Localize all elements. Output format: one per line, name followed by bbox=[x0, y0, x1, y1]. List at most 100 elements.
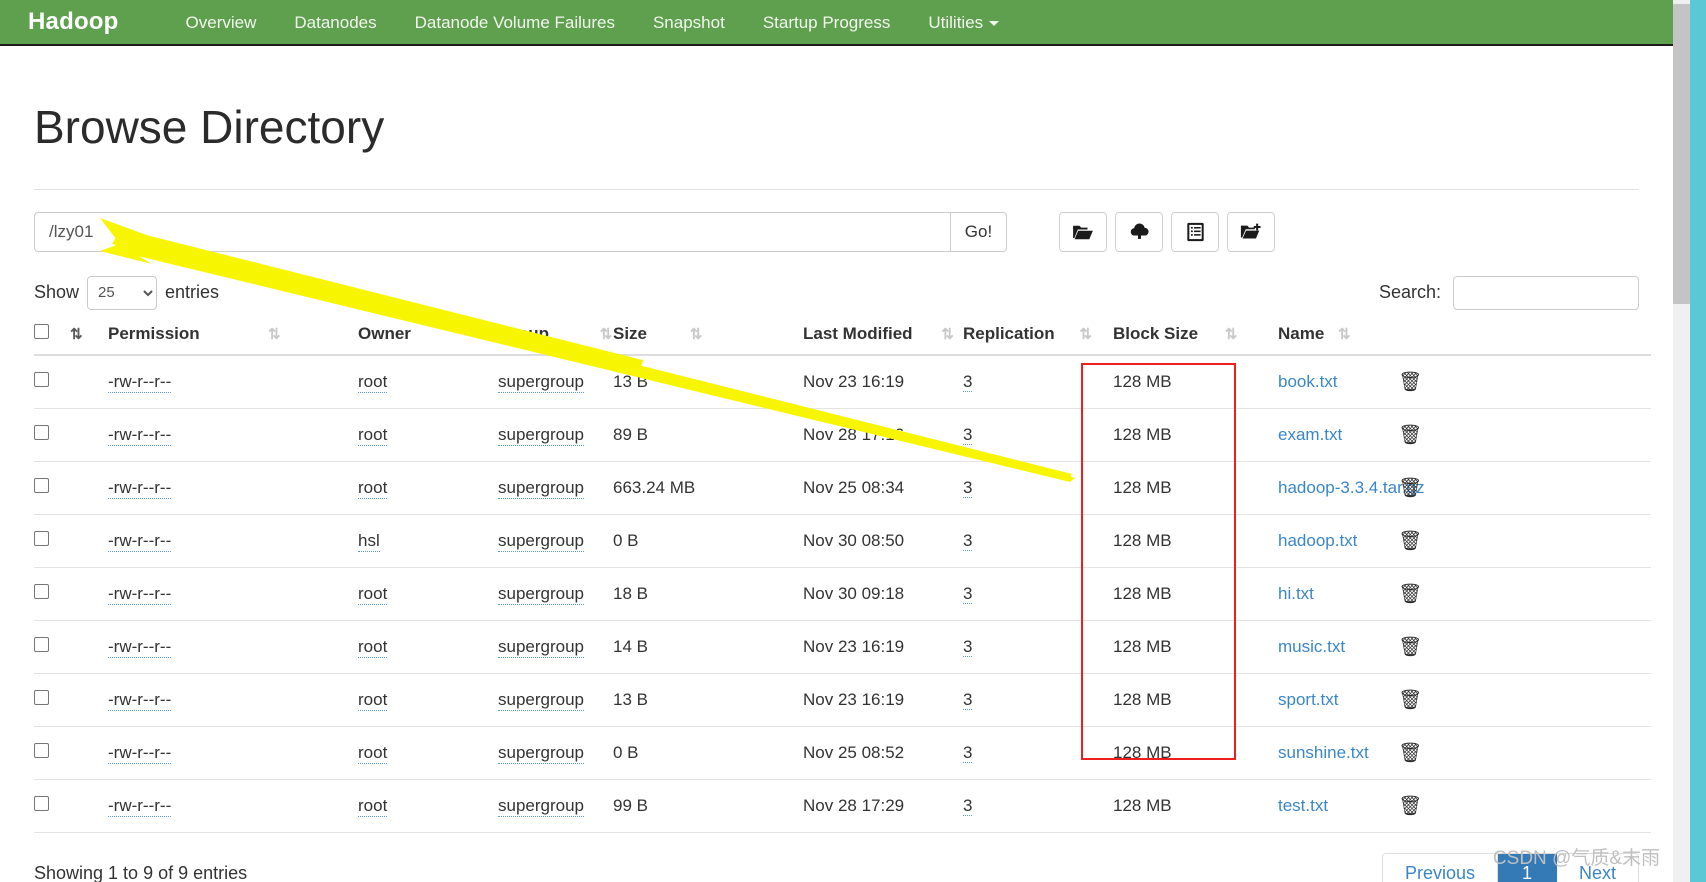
owner-value[interactable]: root bbox=[358, 795, 388, 817]
delete-icon[interactable]: 🗑 bbox=[1398, 370, 1422, 394]
sort-permission-header-icon[interactable]: ⇅ bbox=[70, 323, 108, 356]
owner-value[interactable]: root bbox=[358, 689, 388, 711]
sort-arrows-icon[interactable]: ⇅ bbox=[1079, 325, 1092, 343]
row-checkbox[interactable] bbox=[34, 477, 49, 493]
nav-item-startup-progress[interactable]: Startup Progress bbox=[744, 14, 910, 31]
page-length-select[interactable]: 25 50 100 bbox=[87, 275, 158, 310]
permission-value[interactable]: -rw-r--r-- bbox=[108, 636, 172, 658]
group-value[interactable]: supergroup bbox=[498, 689, 585, 711]
delete-icon[interactable]: 🗑 bbox=[1398, 741, 1422, 765]
delete-icon[interactable]: 🗑 bbox=[1398, 794, 1422, 818]
previous-page-button[interactable]: Previous bbox=[1382, 853, 1498, 882]
row-checkbox[interactable] bbox=[34, 530, 49, 546]
permission-value[interactable]: -rw-r--r-- bbox=[108, 424, 172, 446]
row-checkbox[interactable] bbox=[34, 742, 49, 758]
go-button[interactable]: Go! bbox=[950, 211, 1007, 252]
file-name-link[interactable]: music.txt bbox=[1278, 637, 1345, 656]
table-row[interactable]: -rw-r--r-- root supergroup 0 B Nov 25 08… bbox=[34, 726, 1651, 780]
permission-value[interactable]: -rw-r--r-- bbox=[108, 795, 172, 817]
group-value[interactable]: supergroup bbox=[498, 583, 585, 605]
row-checkbox[interactable] bbox=[34, 636, 49, 652]
table-row[interactable]: -rw-r--r-- root supergroup 18 B Nov 30 0… bbox=[34, 567, 1651, 621]
nav-item-overview[interactable]: Overview bbox=[167, 14, 276, 31]
row-checkbox[interactable] bbox=[34, 583, 49, 599]
cut-paste-button[interactable] bbox=[1171, 211, 1219, 252]
delete-icon[interactable]: 🗑 bbox=[1398, 635, 1422, 659]
owner-value[interactable]: root bbox=[358, 424, 388, 446]
row-checkbox[interactable] bbox=[34, 689, 49, 705]
nav-item-utilities[interactable]: Utilities bbox=[909, 14, 1018, 31]
nav-item-datanodes[interactable]: Datanodes bbox=[275, 14, 395, 31]
replication-value[interactable]: 3 bbox=[963, 371, 973, 392]
permission-value[interactable]: -rw-r--r-- bbox=[108, 530, 172, 552]
sort-arrows-icon[interactable]: ⇅ bbox=[600, 325, 613, 343]
owner-value[interactable]: root bbox=[358, 371, 388, 393]
sort-arrows-icon[interactable]: ⇅ bbox=[268, 325, 281, 343]
column-header-permission[interactable]: Permission bbox=[108, 323, 268, 356]
hadoop-brand-link[interactable]: Hadoop bbox=[28, 10, 119, 34]
group-value[interactable]: supergroup bbox=[498, 795, 585, 817]
delete-icon[interactable]: 🗑 bbox=[1398, 688, 1422, 712]
sort-arrows-icon[interactable]: ⇅ bbox=[1225, 325, 1238, 343]
sort-arrows-icon[interactable]: ⇅ bbox=[941, 325, 954, 343]
group-value[interactable]: supergroup bbox=[498, 424, 585, 446]
owner-value[interactable]: root bbox=[358, 742, 388, 764]
table-row[interactable]: -rw-r--r-- root supergroup 89 B Nov 28 1… bbox=[34, 408, 1651, 462]
directory-path-input[interactable] bbox=[34, 211, 950, 252]
table-row[interactable]: -rw-r--r-- hsl supergroup 0 B Nov 30 08:… bbox=[34, 514, 1651, 568]
browse-folder-button[interactable] bbox=[1059, 211, 1107, 252]
permission-value[interactable]: -rw-r--r-- bbox=[108, 583, 172, 605]
permission-value[interactable]: -rw-r--r-- bbox=[108, 477, 172, 499]
owner-value[interactable]: root bbox=[358, 636, 388, 658]
owner-value[interactable]: root bbox=[358, 477, 388, 499]
column-header-size[interactable]: Size bbox=[613, 324, 647, 343]
replication-value[interactable]: 3 bbox=[963, 477, 973, 498]
file-name-link[interactable]: test.txt bbox=[1278, 796, 1328, 815]
column-header-block-size[interactable]: Block Size bbox=[1113, 324, 1198, 343]
delete-icon[interactable]: 🗑 bbox=[1398, 423, 1422, 447]
delete-icon[interactable]: 🗑 bbox=[1398, 476, 1422, 500]
file-name-link[interactable]: hi.txt bbox=[1278, 584, 1314, 603]
sort-arrows-icon[interactable]: ⇅ bbox=[1338, 325, 1351, 343]
replication-value[interactable]: 3 bbox=[963, 530, 973, 551]
vertical-scrollbar-thumb[interactable] bbox=[1673, 4, 1690, 304]
sort-arrows-icon[interactable]: ⇅ bbox=[70, 325, 83, 343]
file-name-link[interactable]: sport.txt bbox=[1278, 690, 1338, 709]
permission-value[interactable]: -rw-r--r-- bbox=[108, 689, 172, 711]
table-row[interactable]: -rw-r--r-- root supergroup 14 B Nov 23 1… bbox=[34, 620, 1651, 674]
group-value[interactable]: supergroup bbox=[498, 636, 585, 658]
sort-arrows-icon[interactable]: ⇅ bbox=[690, 325, 703, 343]
permission-value[interactable]: -rw-r--r-- bbox=[108, 742, 172, 764]
group-value[interactable]: supergroup bbox=[498, 742, 585, 764]
replication-value[interactable]: 3 bbox=[963, 795, 973, 816]
replication-value[interactable]: 3 bbox=[963, 424, 973, 445]
column-header-owner[interactable]: Owner bbox=[358, 323, 498, 356]
create-directory-button[interactable] bbox=[1227, 211, 1275, 252]
row-checkbox[interactable] bbox=[34, 424, 49, 440]
upload-files-button[interactable] bbox=[1115, 211, 1163, 252]
file-name-link[interactable]: sunshine.txt bbox=[1278, 743, 1369, 762]
permission-value[interactable]: -rw-r--r-- bbox=[108, 371, 172, 393]
table-row[interactable]: -rw-r--r-- root supergroup 663.24 MB Nov… bbox=[34, 461, 1651, 515]
file-name-link[interactable]: hadoop.txt bbox=[1278, 531, 1357, 550]
row-checkbox[interactable] bbox=[34, 371, 49, 387]
column-header-last-modified[interactable]: Last Modified bbox=[803, 324, 913, 343]
owner-value[interactable]: hsl bbox=[358, 530, 380, 552]
file-name-link[interactable]: exam.txt bbox=[1278, 425, 1342, 444]
owner-value[interactable]: root bbox=[358, 583, 388, 605]
replication-value[interactable]: 3 bbox=[963, 689, 973, 710]
replication-value[interactable]: 3 bbox=[963, 583, 973, 604]
search-input[interactable] bbox=[1453, 275, 1639, 310]
group-value[interactable]: supergroup bbox=[498, 530, 585, 552]
select-all-checkbox[interactable] bbox=[34, 323, 49, 339]
delete-icon[interactable]: 🗑 bbox=[1398, 582, 1422, 606]
sort-owner-icon-cell[interactable]: ⇅ bbox=[268, 323, 358, 356]
row-checkbox[interactable] bbox=[34, 795, 49, 811]
replication-value[interactable]: 3 bbox=[963, 636, 973, 657]
column-header-replication[interactable]: Replication bbox=[963, 324, 1055, 343]
table-row[interactable]: -rw-r--r-- root supergroup 99 B Nov 28 1… bbox=[34, 779, 1651, 833]
nav-item-snapshot[interactable]: Snapshot bbox=[634, 14, 744, 31]
column-header-name[interactable]: Name bbox=[1278, 323, 1338, 356]
delete-icon[interactable]: 🗑 bbox=[1398, 529, 1422, 553]
file-name-link[interactable]: book.txt bbox=[1278, 372, 1338, 391]
